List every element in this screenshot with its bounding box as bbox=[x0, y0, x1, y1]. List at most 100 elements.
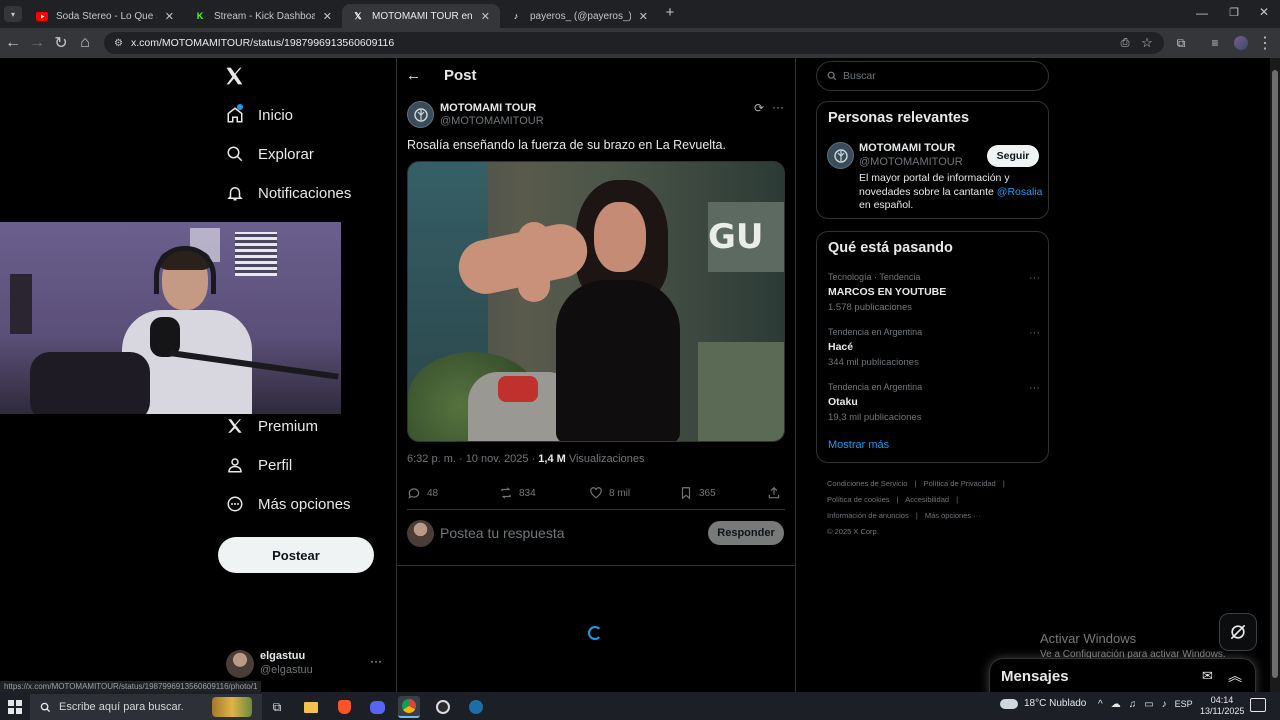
footer-link[interactable]: Accesibilidad bbox=[905, 495, 949, 504]
close-tab-icon[interactable]: ✕ bbox=[639, 10, 648, 23]
reply-button[interactable]: Responder bbox=[708, 521, 784, 545]
tab-kick[interactable]: K Stream - Kick Dashboard ✕ bbox=[184, 4, 342, 28]
grok-icon bbox=[1230, 624, 1246, 640]
close-tab-icon[interactable]: ✕ bbox=[481, 10, 490, 23]
restore-button[interactable]: ❐ bbox=[1226, 6, 1242, 20]
menu-kebab-icon[interactable]: ⋮ bbox=[1256, 34, 1274, 52]
nav-notifications[interactable]: Notificaciones bbox=[226, 184, 351, 202]
install-app-icon[interactable]: ⎙ bbox=[1116, 34, 1134, 52]
person-handle[interactable]: @MOTOMAMITOUR bbox=[859, 156, 963, 168]
bio-mention-link[interactable]: @Rosalia bbox=[997, 186, 1043, 198]
post-button[interactable]: Postear bbox=[218, 537, 374, 573]
repost-action[interactable]: 834 bbox=[499, 486, 536, 500]
tab-youtube[interactable]: Soda Stereo - Lo Que Sangra (l... ✕ bbox=[26, 4, 184, 28]
steam-icon[interactable] bbox=[465, 696, 487, 718]
person-name[interactable]: MOTOMAMI TOUR bbox=[859, 142, 955, 154]
more-icon[interactable]: ··· bbox=[1029, 272, 1040, 284]
discord-icon[interactable] bbox=[366, 696, 388, 718]
weather-widget[interactable]: 18°C Nublado bbox=[1000, 698, 1086, 709]
set-sign: GU bbox=[708, 202, 784, 272]
forward-icon[interactable]: → bbox=[28, 34, 46, 52]
more-icon[interactable]: ··· bbox=[1029, 327, 1040, 339]
file-explorer-icon[interactable] bbox=[300, 696, 322, 718]
footer-link[interactable]: Información de anuncios bbox=[827, 511, 909, 520]
obs-icon[interactable] bbox=[432, 696, 454, 718]
author-avatar[interactable] bbox=[827, 142, 854, 169]
footer-link[interactable]: Condiciones de Servicio bbox=[827, 479, 907, 488]
close-tab-icon[interactable]: ✕ bbox=[165, 10, 174, 23]
grok-icon[interactable]: ⟳ bbox=[754, 101, 764, 115]
chrome-icon[interactable] bbox=[398, 696, 420, 718]
footer-link[interactable]: Política de Privacidad bbox=[924, 479, 996, 488]
nav-home[interactable]: Inicio bbox=[226, 106, 293, 124]
account-switcher[interactable]: elgastuu @elgastuu ··· bbox=[224, 648, 384, 680]
address-bar[interactable]: ⚙ x.com/MOTOMAMITOUR/status/198799691356… bbox=[104, 32, 1164, 54]
author-handle[interactable]: @MOTOMAMITOUR bbox=[440, 115, 544, 127]
author-avatar[interactable] bbox=[407, 101, 434, 128]
new-tab-button[interactable]: + bbox=[662, 5, 678, 21]
tab-x-post[interactable]: 𝕏 MOTOMAMI TOUR en X: "Rosal... ✕ bbox=[342, 4, 500, 28]
close-window-button[interactable]: ✕ bbox=[1256, 5, 1272, 19]
nav-explore[interactable]: Explorar bbox=[226, 145, 314, 163]
display-icon[interactable]: ▭ bbox=[1144, 699, 1153, 710]
minimize-button[interactable]: — bbox=[1194, 6, 1210, 20]
trend-item[interactable]: Tendencia en Argentina Otaku 19,3 mil pu… bbox=[828, 382, 1040, 424]
trend-name: Otaku bbox=[828, 396, 858, 408]
clock[interactable]: 04:14 13/11/2025 bbox=[1200, 695, 1244, 717]
media-icon[interactable]: ≡ bbox=[1206, 34, 1224, 52]
nav-profile[interactable]: Perfil bbox=[226, 456, 292, 474]
nav-more-options[interactable]: Más opciones bbox=[226, 495, 351, 513]
bookmark-star-icon[interactable]: ☆ bbox=[1138, 34, 1156, 52]
footer-link[interactable]: Más opciones ··· bbox=[925, 511, 981, 520]
new-message-icon[interactable]: ✉ bbox=[1202, 668, 1213, 684]
back-icon[interactable]: ← bbox=[4, 34, 22, 52]
search-box[interactable]: Buscar bbox=[816, 61, 1049, 91]
avatar bbox=[226, 650, 254, 678]
site-info-icon[interactable]: ⚙ bbox=[114, 38, 123, 49]
close-tab-icon[interactable]: ✕ bbox=[323, 10, 332, 23]
reply-input[interactable]: Postea tu respuesta bbox=[440, 525, 700, 541]
chevron-up-icon[interactable]: ^ bbox=[1098, 699, 1103, 710]
more-icon[interactable]: ··· bbox=[1029, 382, 1040, 394]
profile-avatar-icon[interactable] bbox=[1232, 34, 1250, 52]
reply-action[interactable]: 48 bbox=[407, 486, 438, 500]
back-arrow-icon[interactable]: ← bbox=[406, 67, 421, 84]
volume-icon[interactable]: ♪ bbox=[1162, 699, 1167, 710]
follow-button[interactable]: Seguir bbox=[987, 145, 1039, 167]
footer-links: Condiciones de Servicio | Política de Pr… bbox=[827, 479, 1005, 536]
x-logo-icon bbox=[228, 419, 242, 433]
language-indicator[interactable]: ESP bbox=[1175, 699, 1193, 710]
repost-count: 834 bbox=[519, 487, 536, 499]
trend-item[interactable]: Tendencia en Argentina Hacé 344 mil publ… bbox=[828, 327, 1040, 369]
more-icon[interactable]: ··· bbox=[772, 100, 784, 114]
footer-link[interactable]: Política de cookies bbox=[827, 495, 890, 504]
post-image[interactable]: GU bbox=[407, 161, 785, 442]
windows-start-icon[interactable] bbox=[4, 696, 26, 718]
nav-premium[interactable]: Premium bbox=[226, 417, 318, 435]
share-action[interactable] bbox=[767, 486, 781, 503]
taskbar-search[interactable]: Escribe aquí para buscar. bbox=[30, 694, 262, 720]
show-more-link[interactable]: Mostrar más bbox=[828, 439, 889, 451]
home-browser-icon[interactable]: ⌂ bbox=[76, 34, 94, 52]
bookmark-action[interactable]: 365 bbox=[679, 486, 716, 500]
messages-drawer[interactable]: Mensajes ✉ ︽ bbox=[989, 658, 1256, 696]
page-scrollbar[interactable] bbox=[1270, 58, 1280, 692]
notification-center-icon[interactable] bbox=[1250, 698, 1266, 712]
x-logo-icon[interactable] bbox=[224, 66, 248, 90]
like-action[interactable]: 8 mil bbox=[589, 486, 630, 500]
author-name[interactable]: MOTOMAMI TOUR bbox=[440, 102, 536, 114]
scrollbar-thumb[interactable] bbox=[1272, 70, 1278, 678]
brave-icon[interactable] bbox=[333, 696, 355, 718]
tab-tiktok[interactable]: ♪ payeros_ (@payeros_) | TikTok ✕ bbox=[500, 4, 658, 28]
trend-item[interactable]: Tecnología · Tendencia MARCOS EN YOUTUBE… bbox=[828, 272, 1040, 314]
taskbar-search-placeholder: Escribe aquí para buscar. bbox=[59, 701, 184, 713]
reload-icon[interactable]: ↻ bbox=[52, 34, 70, 52]
expand-chevron-icon[interactable]: ︽ bbox=[1228, 666, 1242, 686]
task-view-icon[interactable]: ⧉ bbox=[266, 696, 288, 718]
microphone-icon[interactable]: ♫ bbox=[1129, 699, 1137, 710]
extensions-icon[interactable]: ⧉ bbox=[1172, 34, 1190, 52]
tab-search-button[interactable]: ▾ bbox=[4, 6, 22, 22]
more-icon[interactable]: ··· bbox=[370, 654, 382, 668]
network-icon[interactable]: ☁ bbox=[1111, 699, 1121, 710]
post-timestamp[interactable]: 6:32 p. m. · 10 nov. 2025 · bbox=[407, 453, 538, 465]
